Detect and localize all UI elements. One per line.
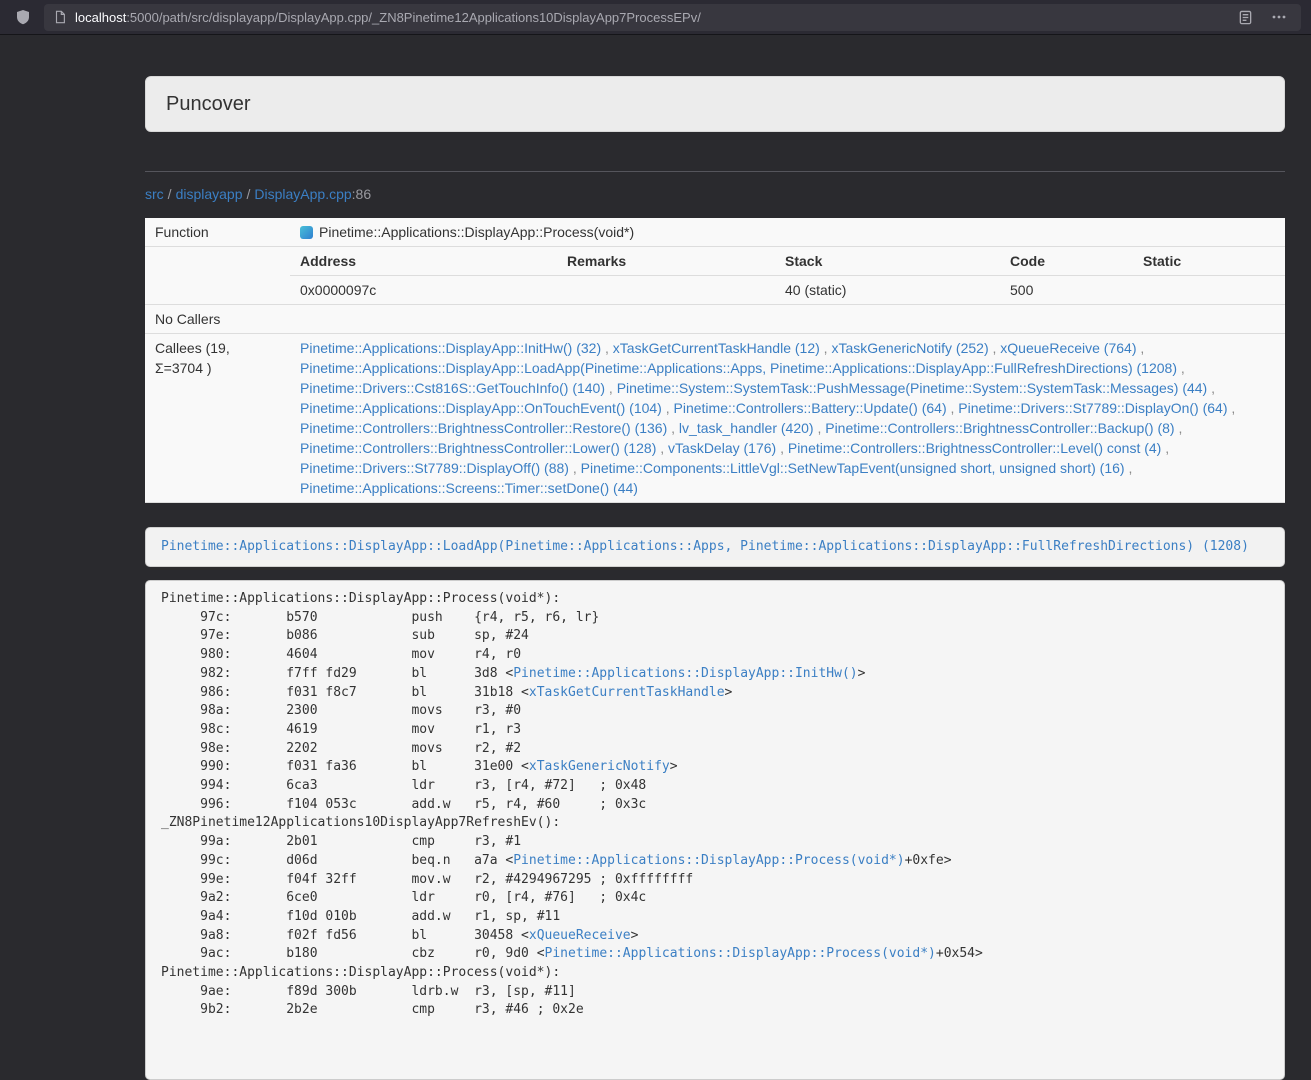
disassembly-section-header: Pinetime::Applications::DisplayApp::Load… <box>145 527 1285 567</box>
callee-link[interactable]: vTaskDelay (176) <box>668 440 776 456</box>
callee-separator: , <box>1207 380 1215 396</box>
callers-row: No Callers <box>145 305 1285 334</box>
callee-separator: , <box>820 340 832 356</box>
callee-link[interactable]: Pinetime::Controllers::Battery::Update()… <box>674 400 947 416</box>
url-path: :5000/path/src/displayapp/DisplayApp.cpp… <box>126 10 701 25</box>
row-label-callees: Callees (19, Σ=3704 ) <box>145 334 290 503</box>
callees-row: Callees (19, Σ=3704 ) Pinetime::Applicat… <box>145 334 1285 503</box>
code-size-value: 500 <box>1000 276 1133 305</box>
callee-separator: , <box>1125 460 1133 476</box>
breadcrumb-separator: / <box>164 186 176 202</box>
url-domain: localhost <box>75 10 126 25</box>
callee-separator: , <box>656 440 668 456</box>
method-icon <box>300 226 313 239</box>
symbol-name: Pinetime::Applications::DisplayApp::Proc… <box>319 224 634 240</box>
disassembly-listing: Pinetime::Applications::DisplayApp::Proc… <box>145 580 1285 1080</box>
divider <box>145 171 1285 172</box>
code-symbol-link[interactable]: xQueueReceive <box>529 928 631 943</box>
page-title: Puncover <box>166 93 251 116</box>
callee-separator: , <box>1177 360 1185 376</box>
callee-link[interactable]: Pinetime::Components::LittleVgl::SetNewT… <box>581 460 1125 476</box>
callee-link[interactable]: xTaskGetCurrentTaskHandle (12) <box>613 340 820 356</box>
code-symbol-link[interactable]: Pinetime::Applications::DisplayApp::Proc… <box>513 853 904 868</box>
callee-separator: , <box>947 400 959 416</box>
page-info-icon[interactable] <box>53 10 67 24</box>
disassembly-header-link[interactable]: Pinetime::Applications::DisplayApp::Load… <box>161 539 1249 554</box>
callers-cell <box>290 305 1285 334</box>
stats-header-code: Code <box>1000 247 1133 276</box>
breadcrumb-item-src[interactable]: src <box>145 186 164 202</box>
callee-link[interactable]: xQueueReceive (764) <box>1000 340 1136 356</box>
callee-separator: , <box>1136 340 1144 356</box>
breadcrumb-line-number: :86 <box>352 186 371 202</box>
callee-separator: , <box>814 420 826 436</box>
reader-view-icon[interactable] <box>1232 4 1258 30</box>
callee-link[interactable]: Pinetime::Drivers::St7789::DisplayOff() … <box>300 460 569 476</box>
callee-link[interactable]: Pinetime::Controllers::BrightnessControl… <box>825 420 1174 436</box>
breadcrumb-item-file[interactable]: DisplayApp.cpp <box>254 186 351 202</box>
function-cell: Pinetime::Applications::DisplayApp::Proc… <box>290 218 1285 247</box>
stats-header-address: Address <box>290 247 557 276</box>
stats-table: Address Remarks Stack Code Static 0x0000… <box>290 247 1285 304</box>
row-label-empty <box>145 247 290 305</box>
stats-cell: Address Remarks Stack Code Static 0x0000… <box>290 247 1285 305</box>
remarks-value <box>557 276 775 305</box>
callee-separator: , <box>667 420 679 436</box>
callees-list: Pinetime::Applications::DisplayApp::Init… <box>300 338 1275 498</box>
url-text: localhost:5000/path/src/displayapp/Displ… <box>75 10 701 25</box>
callee-separator: , <box>601 340 613 356</box>
callee-link[interactable]: Pinetime::Controllers::BrightnessControl… <box>300 420 667 436</box>
breadcrumb: src/displayapp/DisplayApp.cpp:86 <box>145 184 1285 204</box>
callee-separator: , <box>1228 400 1236 416</box>
static-value <box>1133 276 1285 305</box>
page-container: Puncover src/displayapp/DisplayApp.cpp:8… <box>145 76 1285 1080</box>
stats-value-row: 0x0000097c 40 (static) 500 <box>290 276 1285 305</box>
app-header-panel: Puncover <box>145 76 1285 132</box>
row-label-function: Function <box>145 218 290 247</box>
callee-link[interactable]: Pinetime::Applications::Screens::Timer::… <box>300 480 638 496</box>
stats-header-row: Address Remarks Stack Code Static <box>290 247 1285 276</box>
page-actions-menu-icon[interactable] <box>1266 4 1292 30</box>
callee-separator: , <box>776 440 788 456</box>
row-label-no-callers: No Callers <box>145 305 290 334</box>
callee-link[interactable]: Pinetime::Applications::DisplayApp::Init… <box>300 340 601 356</box>
address-value: 0x0000097c <box>290 276 557 305</box>
callee-link[interactable]: Pinetime::Applications::DisplayApp::OnTo… <box>300 400 662 416</box>
symbol-info-table: Function Pinetime::Applications::Display… <box>145 218 1285 503</box>
callees-cell: Pinetime::Applications::DisplayApp::Init… <box>290 334 1285 503</box>
tracking-protection-shield-icon[interactable] <box>10 4 36 30</box>
callee-link[interactable]: Pinetime::Controllers::BrightnessControl… <box>300 440 656 456</box>
callee-link[interactable]: Pinetime::Applications::DisplayApp::Load… <box>300 360 1177 376</box>
stats-header-static: Static <box>1133 247 1285 276</box>
callee-separator: , <box>1175 420 1183 436</box>
breadcrumb-item-displayapp[interactable]: displayapp <box>176 186 243 202</box>
callee-separator: , <box>1161 440 1169 456</box>
callee-separator: , <box>989 340 1001 356</box>
callee-link[interactable]: Pinetime::Drivers::Cst816S::GetTouchInfo… <box>300 380 605 396</box>
function-row: Function Pinetime::Applications::Display… <box>145 218 1285 247</box>
stats-row: Address Remarks Stack Code Static 0x0000… <box>145 247 1285 305</box>
stats-header-remarks: Remarks <box>557 247 775 276</box>
browser-toolbar: localhost:5000/path/src/displayapp/Displ… <box>0 0 1311 35</box>
breadcrumb-separator: / <box>243 186 255 202</box>
callee-link[interactable]: lv_task_handler (420) <box>679 420 814 436</box>
code-symbol-link[interactable]: xTaskGenericNotify <box>529 759 670 774</box>
url-bar[interactable]: localhost:5000/path/src/displayapp/Displ… <box>44 4 1301 31</box>
stack-value: 40 (static) <box>775 276 1000 305</box>
callee-link[interactable]: Pinetime::System::SystemTask::PushMessag… <box>617 380 1208 396</box>
code-symbol-link[interactable]: Pinetime::Applications::DisplayApp::Proc… <box>545 946 936 961</box>
callee-separator: , <box>569 460 581 476</box>
callee-separator: , <box>605 380 617 396</box>
shield-icon <box>15 9 31 25</box>
code-symbol-link[interactable]: Pinetime::Applications::DisplayApp::Init… <box>513 666 857 681</box>
stats-header-stack: Stack <box>775 247 1000 276</box>
callee-link[interactable]: Pinetime::Controllers::BrightnessControl… <box>788 440 1161 456</box>
callee-separator: , <box>662 400 674 416</box>
code-symbol-link[interactable]: xTaskGetCurrentTaskHandle <box>529 685 725 700</box>
callee-link[interactable]: xTaskGenericNotify (252) <box>831 340 988 356</box>
callee-link[interactable]: Pinetime::Drivers::St7789::DisplayOn() (… <box>958 400 1227 416</box>
